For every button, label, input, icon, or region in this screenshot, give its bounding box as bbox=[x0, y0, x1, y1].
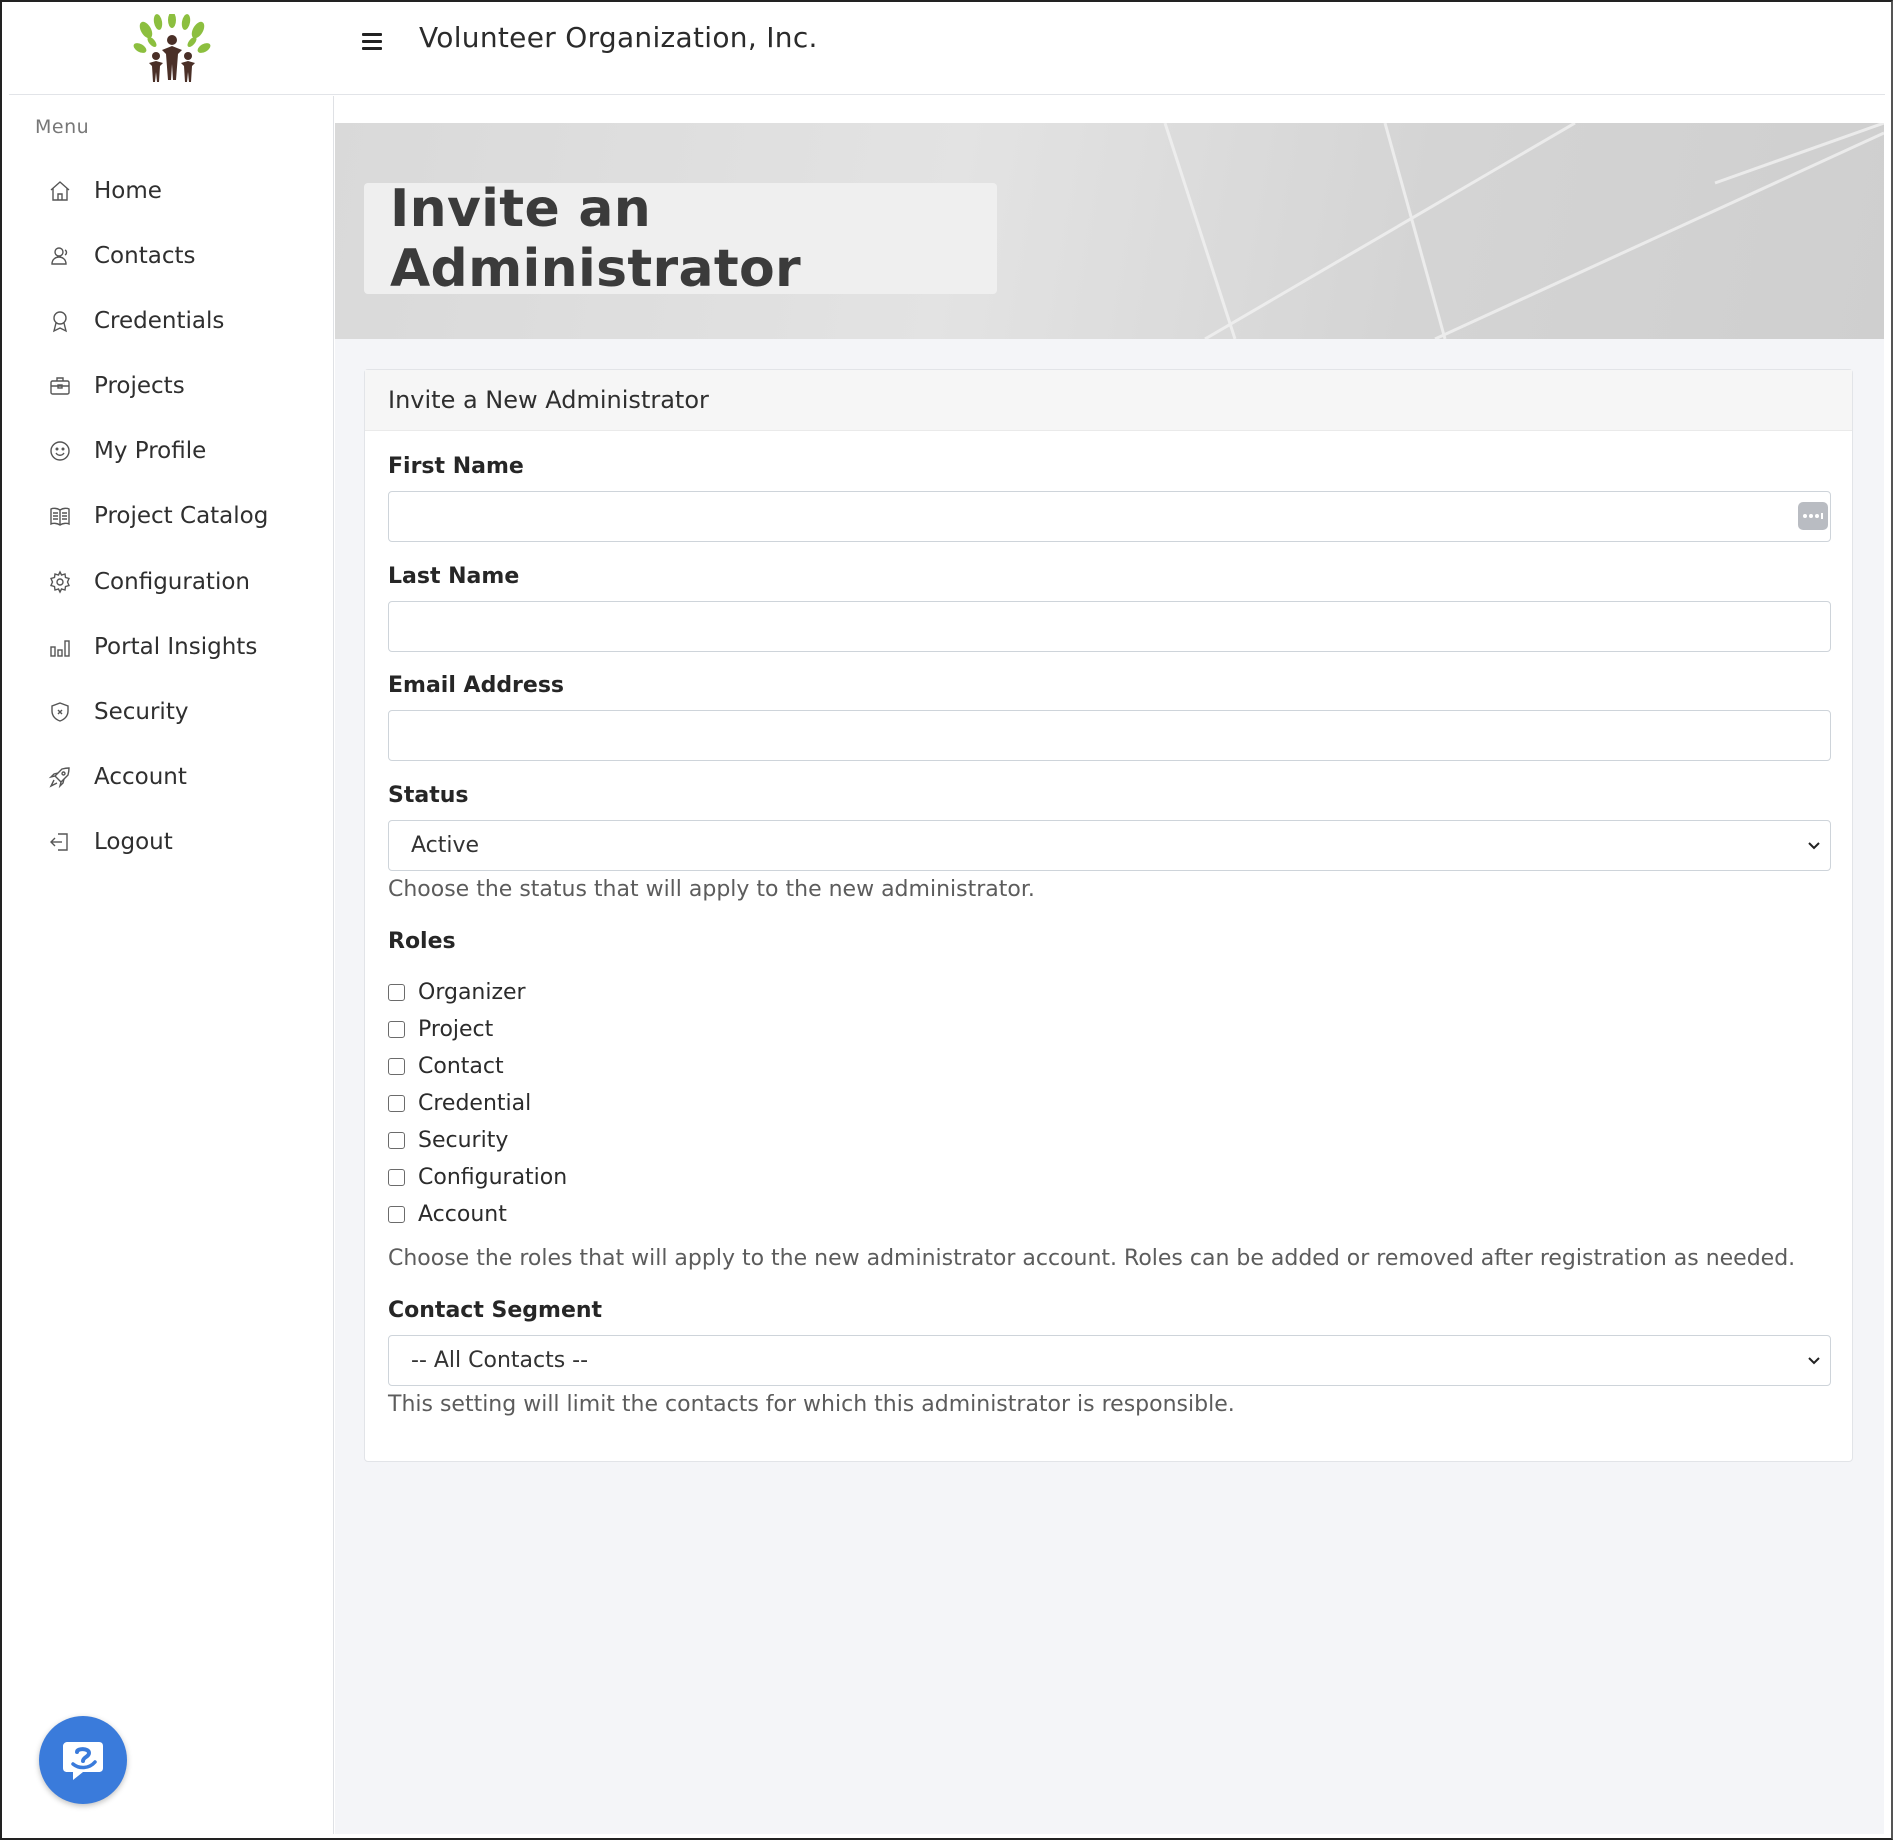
chevron-down-icon bbox=[1808, 1357, 1820, 1365]
status-help-text: Choose the status that will apply to the… bbox=[388, 877, 1035, 902]
first-name-label: First Name bbox=[388, 454, 524, 479]
app-window: Volunteer Organization, Inc. Menu Home C… bbox=[0, 0, 1893, 1840]
sidebar-item-project-catalog[interactable]: Project Catalog bbox=[47, 496, 317, 536]
page-banner: Invite an Administrator bbox=[335, 123, 1884, 339]
contact-segment-select[interactable]: -- All Contacts -- bbox=[388, 1335, 1831, 1386]
sidebar-item-projects[interactable]: Projects bbox=[47, 366, 317, 406]
award-icon bbox=[47, 308, 73, 334]
role-option-label: Project bbox=[418, 1016, 494, 1042]
sidebar-item-label: Configuration bbox=[94, 569, 250, 595]
smiley-icon bbox=[47, 438, 73, 464]
role-option-label: Security bbox=[418, 1127, 509, 1153]
menu-label: Menu bbox=[35, 116, 90, 138]
logo[interactable] bbox=[9, 3, 334, 95]
role-option-configuration[interactable]: Configuration bbox=[388, 1162, 567, 1192]
invite-form-card: Invite a New Administrator First Name La… bbox=[364, 369, 1853, 1462]
briefcase-icon bbox=[47, 373, 73, 399]
contacts-icon bbox=[47, 243, 73, 269]
checkbox[interactable] bbox=[388, 1131, 405, 1149]
email-input[interactable] bbox=[388, 710, 1831, 761]
role-option-label: Organizer bbox=[418, 979, 526, 1005]
checkbox[interactable] bbox=[388, 1057, 405, 1075]
sidebar-item-label: My Profile bbox=[94, 438, 207, 464]
chat-support-button[interactable] bbox=[39, 1716, 127, 1804]
status-select[interactable]: Active bbox=[388, 820, 1831, 871]
top-header: Volunteer Organization, Inc. bbox=[9, 3, 1885, 95]
rocket-icon bbox=[47, 764, 73, 790]
sidebar-item-label: Credentials bbox=[94, 308, 225, 334]
sidebar-item-security[interactable]: Security bbox=[47, 692, 317, 732]
roles-help-text: Choose the roles that will apply to the … bbox=[388, 1246, 1796, 1271]
role-option-contact[interactable]: Contact bbox=[388, 1051, 504, 1081]
role-option-account[interactable]: Account bbox=[388, 1199, 507, 1229]
password-manager-icon[interactable] bbox=[1798, 502, 1828, 530]
main-content: Invite an Administrator Invite a New Adm… bbox=[335, 96, 1884, 1834]
checkbox[interactable] bbox=[388, 1094, 405, 1112]
hamburger-icon[interactable] bbox=[362, 29, 386, 53]
status-selected-value: Active bbox=[411, 833, 480, 858]
first-name-input[interactable] bbox=[388, 491, 1831, 542]
sidebar-item-portal-insights[interactable]: Portal Insights bbox=[47, 627, 317, 667]
tree-people-logo-icon bbox=[133, 14, 210, 82]
chevron-down-icon bbox=[1808, 842, 1820, 850]
role-option-project[interactable]: Project bbox=[388, 1014, 493, 1044]
role-option-label: Account bbox=[418, 1201, 507, 1227]
role-option-organizer[interactable]: Organizer bbox=[388, 977, 526, 1007]
gear-icon bbox=[47, 569, 73, 595]
sidebar-item-label: Contacts bbox=[94, 243, 196, 269]
contact-segment-help-text: This setting will limit the contacts for… bbox=[388, 1392, 1235, 1417]
role-option-security[interactable]: Security bbox=[388, 1125, 508, 1155]
role-option-credential[interactable]: Credential bbox=[388, 1088, 531, 1118]
last-name-label: Last Name bbox=[388, 564, 520, 589]
role-option-label: Configuration bbox=[418, 1164, 568, 1190]
sidebar-item-credentials[interactable]: Credentials bbox=[47, 301, 317, 341]
sidebar-item-account[interactable]: Account bbox=[47, 757, 317, 797]
sidebar-item-configuration[interactable]: Configuration bbox=[47, 562, 317, 602]
home-icon bbox=[47, 178, 73, 204]
last-name-input[interactable] bbox=[388, 601, 1831, 652]
sidebar-item-label: Projects bbox=[94, 373, 185, 399]
sidebar-item-label: Security bbox=[94, 699, 189, 725]
sidebar-item-home[interactable]: Home bbox=[47, 171, 317, 211]
sidebar: Menu Home Contacts Credentials Projects bbox=[9, 96, 334, 1834]
logout-icon bbox=[47, 829, 73, 855]
role-option-label: Contact bbox=[418, 1053, 504, 1079]
checkbox[interactable] bbox=[388, 983, 405, 1001]
checkbox[interactable] bbox=[388, 1020, 405, 1038]
role-option-label: Credential bbox=[418, 1090, 532, 1116]
page-title-card: Invite an Administrator bbox=[364, 179, 997, 299]
book-icon bbox=[47, 503, 73, 529]
contact-segment-label: Contact Segment bbox=[388, 1298, 603, 1323]
shield-icon bbox=[47, 699, 73, 725]
chat-support-icon bbox=[63, 1742, 103, 1780]
checkbox[interactable] bbox=[388, 1168, 405, 1186]
roles-label: Roles bbox=[388, 929, 456, 954]
first-name-wrapper bbox=[365, 491, 1852, 542]
sidebar-item-label: Logout bbox=[94, 829, 173, 855]
status-label: Status bbox=[388, 783, 469, 808]
sidebar-item-label: Account bbox=[94, 764, 187, 790]
sidebar-item-my-profile[interactable]: My Profile bbox=[47, 431, 317, 471]
bar-chart-icon bbox=[47, 634, 73, 660]
checkbox[interactable] bbox=[388, 1205, 405, 1223]
sidebar-item-logout[interactable]: Logout bbox=[47, 822, 317, 862]
card-title: Invite a New Administrator bbox=[365, 370, 1852, 431]
contact-segment-selected-value: -- All Contacts -- bbox=[411, 1348, 589, 1373]
sidebar-item-label: Home bbox=[94, 178, 162, 204]
sidebar-item-contacts[interactable]: Contacts bbox=[47, 236, 317, 276]
email-label: Email Address bbox=[388, 673, 565, 698]
page-title: Invite an Administrator bbox=[390, 178, 801, 299]
sidebar-item-label: Project Catalog bbox=[94, 503, 269, 529]
sidebar-item-label: Portal Insights bbox=[94, 634, 258, 660]
org-title: Volunteer Organization, Inc. bbox=[419, 21, 818, 54]
top-strip bbox=[335, 96, 1884, 123]
